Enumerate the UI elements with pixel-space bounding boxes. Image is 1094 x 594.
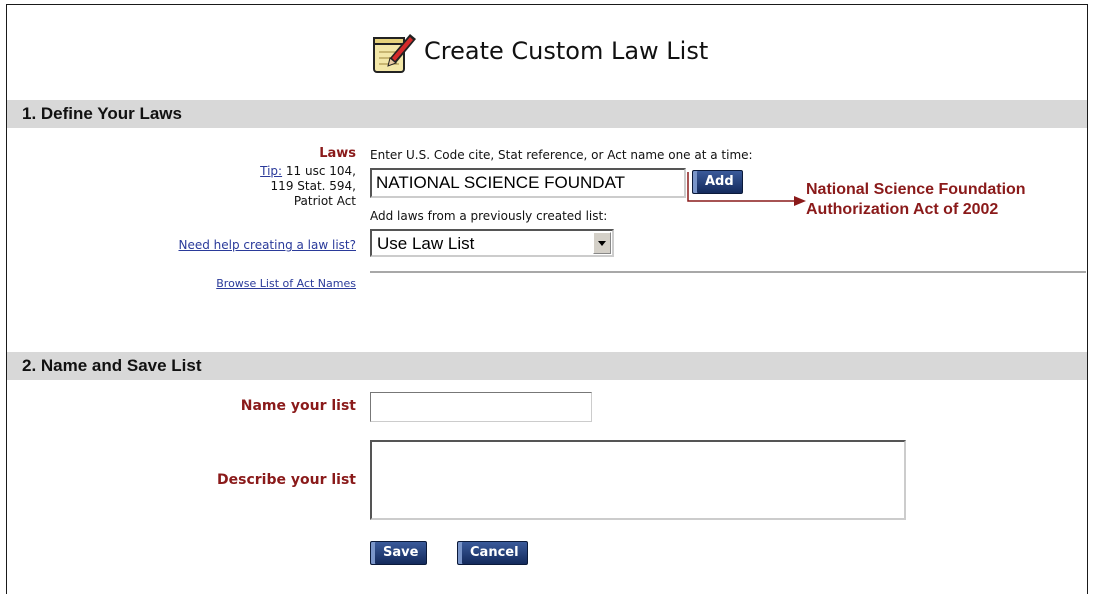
arrow-right-icon xyxy=(687,172,806,206)
tip-example-1: 11 usc 104, xyxy=(285,164,356,178)
list-name-input[interactable] xyxy=(370,392,592,422)
annotation-callout: National Science Foundation Authorizatio… xyxy=(806,180,1094,220)
page-header: Create Custom Law List xyxy=(0,28,1094,78)
law-list-select[interactable]: Use Law List xyxy=(370,229,614,257)
chevron-down-icon[interactable] xyxy=(593,232,611,254)
cancel-button[interactable]: Cancel xyxy=(457,541,528,565)
help-creating-list-link[interactable]: Need help creating a law list? xyxy=(40,238,357,252)
list-description-textarea[interactable] xyxy=(370,440,906,520)
page-title: Create Custom Law List xyxy=(424,37,709,65)
tip-link[interactable]: Tip: xyxy=(260,164,282,178)
law-cite-input[interactable]: NATIONAL SCIENCE FOUNDAT xyxy=(370,168,686,198)
section-name-save-heading: 2. Name and Save List xyxy=(7,352,1087,380)
section-define-laws-heading: 1. Define Your Laws xyxy=(7,100,1087,128)
tip-example-2: 119 Stat. 594, xyxy=(270,179,356,193)
laws-label: Laws xyxy=(319,146,356,161)
section-divider xyxy=(370,271,1086,273)
law-list-selected-value: Use Law List xyxy=(377,234,475,253)
notepad-pencil-icon xyxy=(373,34,416,73)
previous-list-label: Add laws from a previously created list: xyxy=(370,209,608,223)
describe-list-label: Describe your list xyxy=(217,472,356,488)
tip-example-3: Patriot Act xyxy=(293,194,356,208)
law-input-instruction: Enter U.S. Code cite, Stat reference, or… xyxy=(370,148,753,162)
save-button[interactable]: Save xyxy=(370,541,428,565)
annotation-line-1: National Science Foundation xyxy=(806,181,1026,198)
name-list-label: Name your list xyxy=(240,398,356,414)
browse-act-names-link[interactable]: Browse List of Act Names xyxy=(40,277,356,290)
annotation-line-2: Authorization Act of 2002 xyxy=(806,201,999,218)
tip-examples: Tip: 11 usc 104, 119 Stat. 594, Patriot … xyxy=(200,164,356,209)
